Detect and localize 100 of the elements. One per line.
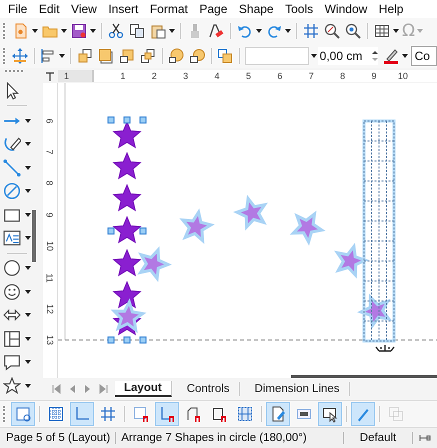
selection-handle[interactable] xyxy=(108,228,114,234)
caret-icon[interactable] xyxy=(25,189,31,193)
caret-icon[interactable] xyxy=(32,28,38,32)
callout-icon[interactable] xyxy=(3,353,21,371)
menu-item[interactable]: Page xyxy=(194,2,234,16)
caret-icon[interactable] xyxy=(25,236,31,240)
menu-item[interactable]: Format xyxy=(144,2,194,16)
selection-handle[interactable] xyxy=(140,228,146,234)
move-arrows-icon[interactable] xyxy=(10,46,29,64)
star-shape-group[interactable] xyxy=(112,120,142,336)
flowchart-icon[interactable] xyxy=(3,330,21,348)
forward-icon[interactable] xyxy=(96,46,115,64)
grid-icon[interactable] xyxy=(302,22,320,40)
scissors-icon[interactable] xyxy=(107,22,125,40)
menu-item[interactable]: Help xyxy=(374,2,410,16)
menu-item[interactable]: Window xyxy=(320,2,374,16)
send-back-icon[interactable] xyxy=(138,46,157,64)
selection-handle[interactable] xyxy=(124,116,130,124)
ruler-number: 9 xyxy=(372,70,377,82)
brush-toggle-icon[interactable] xyxy=(351,402,375,426)
page-status: Page 5 of 5 (Layout) xyxy=(0,432,116,444)
menu-item[interactable]: Edit xyxy=(34,2,66,16)
caret-icon[interactable] xyxy=(25,118,31,122)
star-icon[interactable] xyxy=(3,376,21,394)
caret-icon[interactable] xyxy=(25,336,31,340)
line-width-field[interactable]: 0,00 cm xyxy=(318,46,378,64)
ellipse-icon[interactable] xyxy=(3,259,21,277)
ruler-number: 10 xyxy=(45,241,55,252)
bring-front-icon[interactable] xyxy=(76,46,94,64)
first-page-icon[interactable] xyxy=(51,384,61,394)
anchor-icon xyxy=(375,344,395,352)
layer-tab[interactable]: Dimension Lines xyxy=(246,382,350,396)
spin-button-icon[interactable] xyxy=(370,48,379,62)
table-shape[interactable] xyxy=(362,120,396,342)
ruler-number: 10 xyxy=(398,70,408,82)
caret-icon[interactable] xyxy=(25,290,31,294)
ruler-number: 13 xyxy=(45,335,55,346)
drawing-canvas[interactable] xyxy=(58,83,437,378)
menu-item[interactable]: File xyxy=(3,2,34,16)
tab-stop-icon[interactable] xyxy=(45,70,55,80)
layer-tab[interactable]: Controls xyxy=(178,382,240,396)
circle-front-icon[interactable] xyxy=(166,46,185,64)
caret-icon[interactable] xyxy=(61,28,67,32)
star-shape[interactable] xyxy=(233,194,268,231)
star-shape[interactable] xyxy=(357,293,392,330)
menu-item[interactable]: Shape xyxy=(234,2,280,16)
caret-icon[interactable] xyxy=(393,28,399,32)
zoom-icon[interactable] xyxy=(323,22,341,40)
caret-icon[interactable] xyxy=(169,28,175,32)
selection-handle[interactable] xyxy=(108,116,114,124)
selection-handle[interactable] xyxy=(108,336,114,344)
caret-icon[interactable] xyxy=(285,28,291,32)
layer-tab[interactable]: Layout xyxy=(115,381,172,397)
caret-icon[interactable] xyxy=(402,54,408,58)
ruler-number: 4 xyxy=(214,70,220,82)
menu-item[interactable]: Insert xyxy=(103,2,145,16)
caret-icon[interactable] xyxy=(59,54,66,58)
star-shape[interactable] xyxy=(290,210,326,246)
caret-icon[interactable] xyxy=(90,28,96,32)
helplines-toggle-icon[interactable] xyxy=(70,402,94,426)
scrollbar[interactable] xyxy=(291,375,437,378)
caret-icon[interactable] xyxy=(25,384,31,388)
selection-handle[interactable] xyxy=(140,116,146,124)
caret-icon[interactable] xyxy=(256,28,262,32)
caret-icon[interactable] xyxy=(25,266,31,270)
menu-item[interactable]: Tools xyxy=(280,2,320,16)
caret-icon[interactable] xyxy=(310,54,317,58)
copy-icon[interactable] xyxy=(128,22,146,40)
smiley-icon[interactable] xyxy=(3,282,21,300)
swap-icon[interactable] xyxy=(216,46,234,64)
edit-toggle-icon[interactable] xyxy=(266,402,290,426)
ruler-number: 11 xyxy=(45,272,55,282)
caret-icon[interactable] xyxy=(25,142,31,146)
menu-item[interactable]: View xyxy=(66,2,104,16)
frame-toggle-icon[interactable] xyxy=(11,402,35,426)
selection-handle[interactable] xyxy=(124,336,130,344)
caret-icon[interactable] xyxy=(25,166,31,170)
caret-icon[interactable] xyxy=(25,313,31,317)
backward-icon[interactable] xyxy=(118,46,136,64)
line-color-dropdown[interactable]: Co xyxy=(410,46,437,66)
circle-behind-icon[interactable] xyxy=(188,46,206,64)
action-status: Arrange 7 Shapes in circle (180,00°) xyxy=(116,432,344,444)
star-shape[interactable] xyxy=(137,246,172,282)
star-shape[interactable] xyxy=(110,298,146,334)
curve-icon[interactable] xyxy=(3,135,21,153)
zoom-page-icon[interactable] xyxy=(344,22,362,40)
caret-icon[interactable] xyxy=(25,360,31,364)
selection-handle[interactable] xyxy=(140,336,146,344)
ruler-number: 7 xyxy=(45,150,55,155)
star-shape[interactable] xyxy=(179,208,215,244)
snap-helplines-toggle-icon[interactable] xyxy=(155,402,179,426)
eraser-icon[interactable] xyxy=(207,22,225,40)
text-box-icon[interactable] xyxy=(3,229,21,247)
ruler-number: 6 xyxy=(45,118,55,124)
ruler-number: 8 xyxy=(45,180,55,186)
pen-color-icon[interactable] xyxy=(382,46,400,64)
last-page-icon[interactable] xyxy=(99,384,109,394)
select-text-toggle-icon[interactable] xyxy=(318,402,342,426)
star-shape[interactable] xyxy=(334,242,369,279)
caret-icon[interactable] xyxy=(25,212,31,216)
